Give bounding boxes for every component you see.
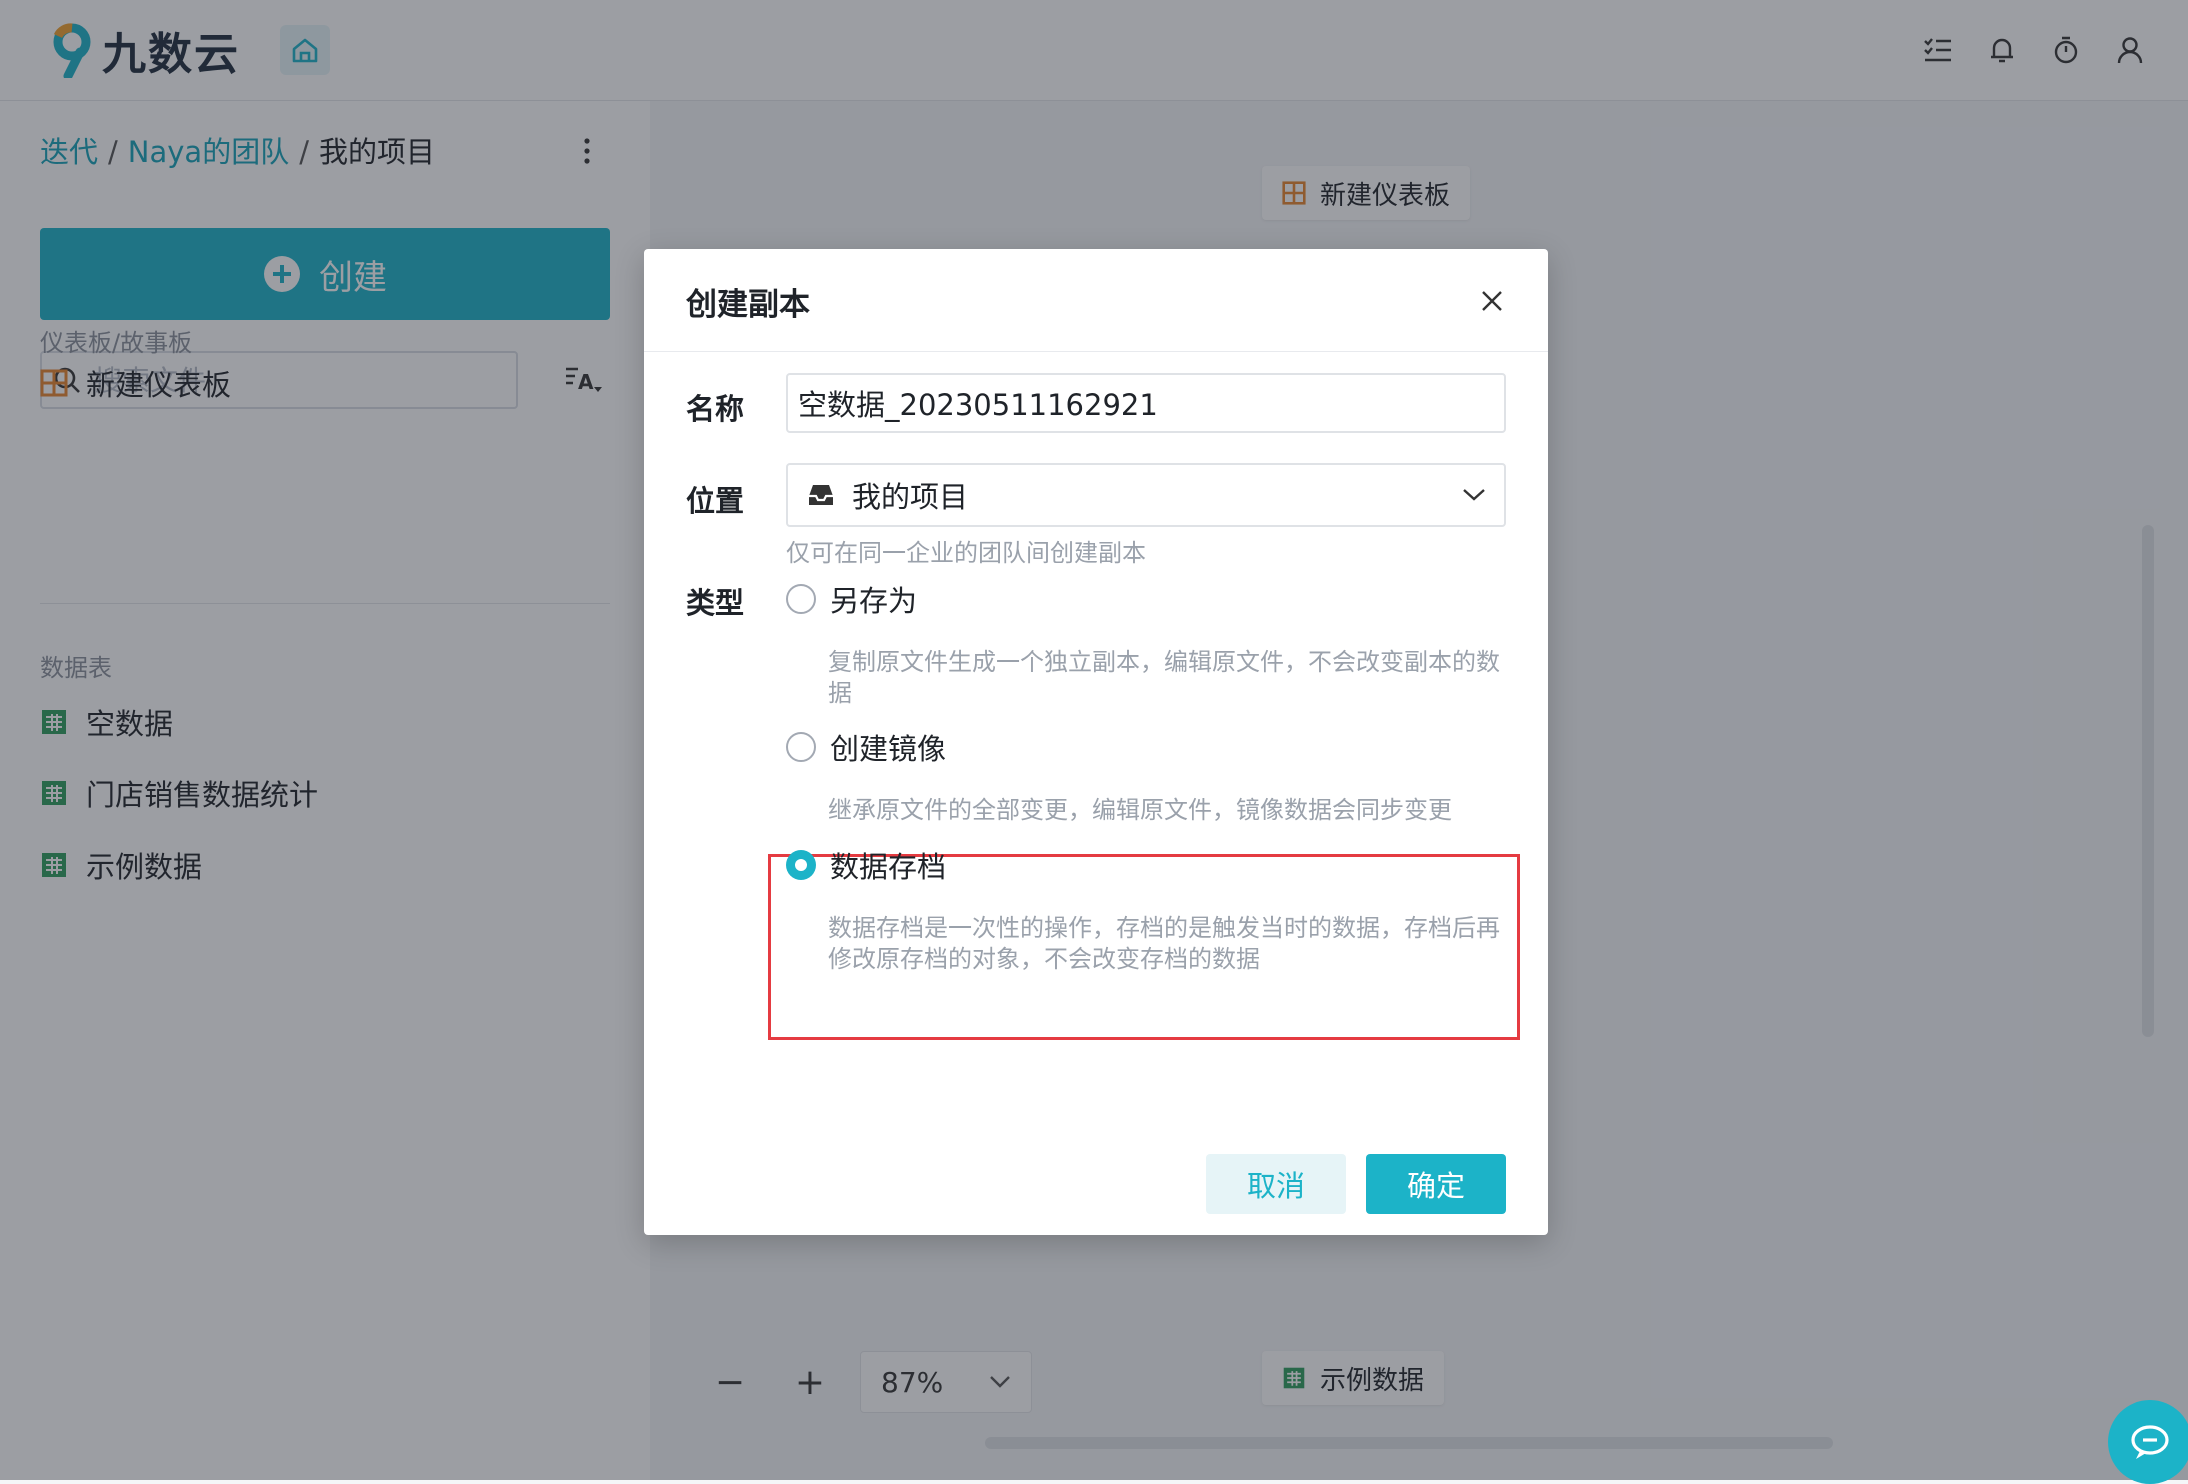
option-description: 复制原文件生成一个独立副本，编辑原文件，不会改变副本的数据 [828, 648, 1500, 707]
create-copy-dialog: 创建副本 名称 位置 我的项目 仅可在同一企业的团队间创建副本 类型 另存为 复… [644, 249, 1548, 1235]
option-description: 继承原文件的全部变更，编辑原文件，镜像数据会同步变更 [828, 796, 1452, 824]
dialog-title: 创建副本 [686, 287, 810, 323]
chevron-down-icon [1463, 489, 1485, 501]
inbox-icon [809, 485, 833, 505]
option-label: 创建镜像 [830, 732, 947, 766]
option-description: 数据存档是一次性的操作，存档的是触发当时的数据，存档后再修改原存档的对象，不会改… [828, 914, 1500, 973]
location-value: 我的项目 [852, 480, 969, 514]
chat-bubble-icon [2131, 1425, 2169, 1459]
confirm-button[interactable]: 确定 [1366, 1154, 1506, 1214]
cancel-button[interactable]: 取消 [1206, 1154, 1346, 1214]
option-label: 另存为 [830, 584, 918, 618]
close-icon[interactable] [1474, 283, 1510, 319]
location-label: 位置 [686, 484, 745, 518]
radio-checked[interactable] [786, 850, 816, 880]
support-chat-button[interactable] [2108, 1400, 2188, 1484]
name-label: 名称 [686, 392, 745, 426]
dialog-header: 创建副本 [644, 249, 1548, 352]
location-select[interactable]: 我的项目 [786, 463, 1506, 527]
type-label: 类型 [686, 586, 745, 620]
radio-unchecked[interactable] [786, 584, 816, 614]
option-data-archive[interactable]: 数据存档 [786, 844, 946, 886]
option-save-as[interactable]: 另存为 [786, 578, 917, 620]
name-input[interactable] [786, 373, 1506, 433]
location-hint: 仅可在同一企业的团队间创建副本 [786, 539, 1146, 567]
radio-unchecked[interactable] [786, 732, 816, 762]
option-label: 数据存档 [830, 850, 947, 884]
option-create-mirror[interactable]: 创建镜像 [786, 726, 946, 768]
